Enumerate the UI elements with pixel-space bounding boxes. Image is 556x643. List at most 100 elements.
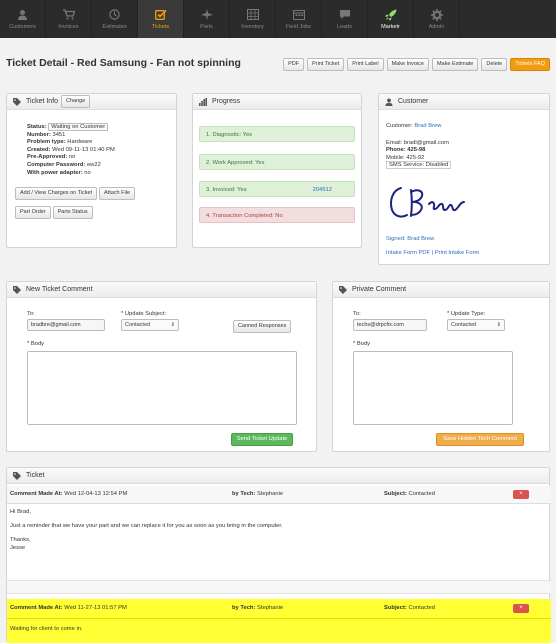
nav-tickets[interactable]: Tickets	[138, 0, 184, 38]
intake-form-pdf-link[interactable]: Intake Form PDF	[386, 250, 430, 256]
comment-header-row-highlighted: Comment Made At: Wed 11-27-13 01:57 PM b…	[7, 599, 551, 619]
comment-header-row: Comment Made At: Wed 12-04-13 12:54 PM b…	[7, 486, 551, 504]
send-ticket-update-button[interactable]: Send Ticket Update	[231, 433, 293, 446]
nav-leads[interactable]: Leads	[322, 0, 368, 38]
canned-responses-button[interactable]: Canned Responses	[233, 320, 292, 333]
made-at-label: Comment Made At:	[10, 491, 63, 497]
comment-line: Waiting for client to come in.	[10, 626, 83, 632]
print-intake-form-link[interactable]: Print Intake Form	[435, 250, 479, 256]
private-body-textarea[interactable]	[353, 351, 513, 425]
number-value: 3451	[52, 131, 66, 138]
sms-status: SMS Service: Disabled	[386, 161, 452, 170]
nav-label: Tickets	[151, 23, 170, 30]
gear-icon	[430, 8, 444, 21]
nav-invoices[interactable]: Invoices	[46, 0, 92, 38]
tickets-faq-button[interactable]: Tickets FAQ	[510, 58, 550, 71]
comment-line: Just a reminder that we have your part a…	[10, 523, 283, 529]
clock-icon	[108, 9, 122, 21]
page-title-wrap: Ticket Detail - Red Samsung - Fan not sp…	[6, 56, 256, 70]
customer-name-link[interactable]: Brad Brew	[414, 123, 441, 129]
update-subject-select[interactable]: Contacted ⇕	[121, 319, 179, 331]
progress-panel: Progress 1. Diagnostic: Yes 2. Work Appr…	[192, 93, 362, 248]
user-icon	[16, 9, 30, 21]
nav-parts[interactable]: Parts	[184, 0, 230, 38]
comment-body-textarea[interactable]	[27, 351, 297, 425]
nav-label: Leads	[337, 23, 352, 30]
update-type-select[interactable]: Contacted ⇕	[447, 319, 505, 331]
password-value: ew22	[86, 161, 101, 168]
adapter-value: no	[84, 169, 91, 176]
password-row: Computer Password: ew22	[27, 162, 175, 170]
top-nav: Customers Invoices Estimates Tickets Par…	[0, 0, 556, 38]
status-select[interactable]: Waiting on Customer	[48, 123, 109, 131]
nav-label: Estimates	[102, 23, 127, 30]
comment-line: Hi Brad,	[10, 509, 31, 515]
nav-marketr[interactable]: Marketr	[368, 0, 414, 38]
nav-label: Parts	[200, 23, 213, 30]
progress-step-diagnostic: 1. Diagnostic: Yes	[199, 126, 355, 142]
update-type-value: Contacted	[451, 322, 477, 328]
new-comment-header: New Ticket Comment	[7, 282, 316, 298]
to-email-input[interactable]: bradbre@gmail.com	[27, 319, 105, 331]
change-button[interactable]: Change	[61, 95, 91, 108]
make-invoice-button[interactable]: Make Invoice	[386, 58, 429, 71]
delete-comment-button[interactable]: ×	[513, 490, 529, 499]
rocket-icon	[384, 9, 398, 21]
created-value: Wed 09-11-13 01:40 PM	[52, 146, 115, 153]
preapproved-value: no	[68, 154, 76, 161]
adapter-label: With power adapter:	[27, 169, 83, 176]
ticket-log-header: Ticket	[7, 468, 549, 484]
progress-step-label: 3. Invoiced: Yes	[206, 187, 247, 193]
grid-icon	[246, 9, 260, 21]
nav-field-jobs[interactable]: Field Jobs	[276, 0, 322, 38]
select-arrows-icon: ⇕	[496, 322, 501, 328]
pdf-button[interactable]: PDF	[283, 58, 305, 71]
update-subject-value: Contacted	[125, 322, 151, 328]
subject-value: Contacted	[408, 491, 435, 497]
to-label: To:	[27, 311, 35, 317]
print-label-button[interactable]: Print Label	[347, 58, 384, 71]
tag-icon	[13, 285, 21, 294]
phone-row: Phone: 425-98	[386, 147, 546, 155]
nav-admin[interactable]: Admin	[414, 0, 460, 38]
delete-comment-button[interactable]: ×	[513, 604, 529, 613]
print-ticket-button[interactable]: Print Ticket	[307, 58, 345, 71]
subject-value: Contacted	[408, 605, 435, 611]
comment-by-tech: by Tech: Stephanie	[232, 605, 283, 611]
email-label: Email:	[386, 139, 403, 146]
private-to-input[interactable]: techs@drpcfix.com	[353, 319, 427, 331]
nav-inventory[interactable]: Inventory	[230, 0, 276, 38]
save-hidden-tech-comment-button[interactable]: Save Hidden Tech Comment	[436, 433, 524, 446]
nav-estimates[interactable]: Estimates	[92, 0, 138, 38]
comment-body-highlighted: Waiting for client to come in.	[7, 619, 551, 643]
comment-subject: Subject: Contacted	[384, 605, 435, 611]
password-label: Computer Password:	[27, 161, 86, 168]
progress-step-label: 1. Diagnostic: Yes	[206, 132, 253, 138]
nav-customers[interactable]: Customers	[0, 0, 46, 38]
created-label: Created:	[27, 146, 51, 153]
make-estimate-button[interactable]: Make Estimate	[431, 58, 479, 71]
customer-label: Customer:	[386, 123, 413, 129]
update-subject-label: * Update Subject:	[121, 311, 167, 317]
progress-header: Progress	[193, 94, 361, 110]
problem-row: Problem type: Hardware	[27, 139, 175, 147]
sms-row: SMS Service: Disabled	[386, 161, 546, 170]
delete-button[interactable]: Delete	[481, 58, 508, 71]
add-view-charges-button[interactable]: Add / View Charges on Ticket	[15, 187, 98, 200]
mobile-value: 425-92	[406, 154, 425, 161]
body-label: * Body	[27, 341, 45, 347]
invoice-link[interactable]: 204512	[313, 182, 332, 198]
status-row: Status: Waiting on Customer	[27, 123, 175, 132]
number-row: Number: 3451	[27, 132, 175, 140]
parts-status-button[interactable]: Parts Status	[52, 206, 93, 219]
progress-step-work-approved: 2. Work Approved: Yes	[199, 154, 355, 170]
cart-icon	[62, 9, 76, 21]
new-comment-title: New Ticket Comment	[26, 286, 93, 293]
select-arrows-icon: ⇕	[170, 322, 175, 328]
attach-file-button[interactable]: Attach File	[99, 187, 135, 200]
customer-panel: Customer Customer: Brad Brew Email: brad…	[378, 93, 550, 265]
nav-label: Inventory	[241, 23, 264, 30]
signed-name: Brad Brew	[407, 236, 435, 242]
email-row: Email: bradl@gmail.com	[386, 140, 546, 148]
part-order-button[interactable]: Part Order	[15, 206, 51, 219]
